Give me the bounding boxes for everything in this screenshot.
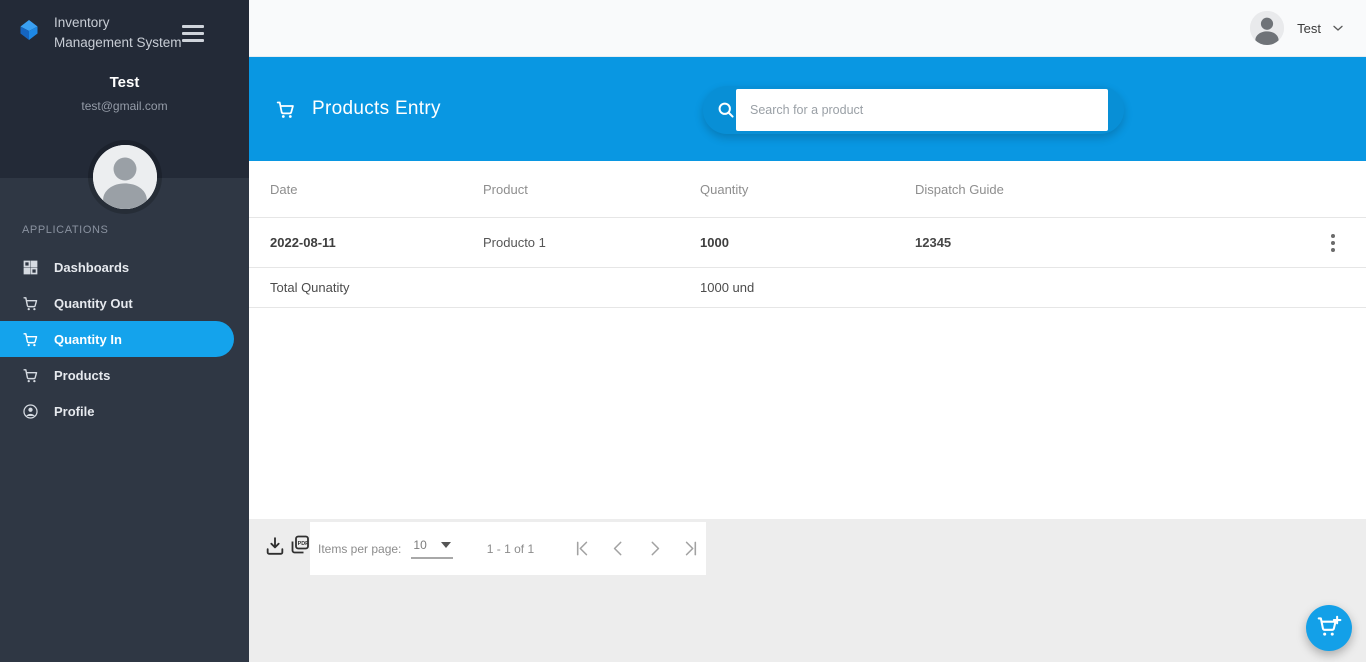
sidebar-item-label: Quantity In [54,331,122,347]
topbar: Test [249,0,1366,57]
download-icon[interactable] [264,535,286,557]
sidebar-user-name: Test [109,74,140,92]
table-header-row: Date Product Quantity Dispatch Guide [249,161,1366,218]
app-title: Inventory Management System [54,15,182,50]
cell-date: 2022-08-11 [270,235,336,250]
app-logo-icon [17,18,41,42]
chevron-down-icon[interactable] [1330,20,1346,36]
items-per-page-value: 10 [413,538,427,552]
sidebar-item-label: Quantity Out [54,295,133,311]
dropdown-arrow-icon [440,542,451,548]
column-header-quantity: Quantity [700,181,749,197]
hamburger-menu-icon[interactable] [182,21,206,45]
sidebar-section-label: APPLICATIONS [22,224,109,236]
paginator: Items per page: 10 1 - 1 of 1 [310,522,706,575]
sidebar-item-quantity-in[interactable]: Quantity In [0,321,234,357]
total-quantity-label: Total Qunatity [270,280,350,295]
sidebar-item-dashboards[interactable]: Dashboards [0,249,249,285]
sidebar-avatar [92,145,157,209]
page-title: Products Entry [312,98,441,119]
sidebar-item-label: Products [54,367,111,383]
page-header: Products Entry [249,57,1366,161]
items-per-page-select[interactable]: 10 [411,538,453,559]
table-total-row: Total Qunatity 1000 und [249,268,1366,308]
column-header-date: Date [270,181,298,197]
search-input[interactable] [736,89,1108,131]
sidebar-item-label: Dashboards [54,259,130,275]
row-menu-kebab-icon[interactable] [1327,230,1339,256]
previous-page-icon[interactable] [608,538,629,559]
products-table: Date Product Quantity Dispatch Guide 202… [249,161,1366,519]
cart-icon [22,295,39,312]
page-title-group: Products Entry [275,57,441,161]
column-header-product: Product [483,181,528,197]
column-header-dispatch-guide: Dispatch Guide [915,181,1004,197]
sidebar-item-profile[interactable]: Profile [0,393,249,429]
dashboard-icon [22,259,39,276]
next-page-icon[interactable] [644,538,665,559]
topbar-user-name: Test [1297,20,1321,36]
sidebar-item-label: Profile [54,403,95,419]
search-icon[interactable] [716,100,736,120]
brand: Inventory Management System [0,0,249,52]
table-row: 2022-08-11 Producto 1 1000 12345 [249,218,1366,268]
sidebar-item-products[interactable]: Products [0,357,249,393]
sidebar-item-quantity-out[interactable]: Quantity Out [0,285,249,321]
cell-dispatch-guide: 12345 [915,235,952,250]
search-bar [703,86,1124,134]
topbar-avatar[interactable] [1250,11,1285,45]
total-quantity-value: 1000 und [700,280,755,295]
add-entry-fab[interactable] [1306,605,1352,651]
first-page-icon[interactable] [572,538,593,559]
pagination-controls [572,538,701,559]
cart-icon [22,331,39,348]
cell-quantity: 1000 [700,235,729,250]
app-root: Inventory Management System Test test@gm… [0,0,1366,662]
cell-product: Producto 1 [483,235,546,250]
person-icon [22,403,39,420]
sidebar-menu: Dashboards Quantity Out Quantity In Prod… [0,249,249,429]
sidebar-user-email: test@gmail.com [81,99,168,114]
items-per-page-label: Items per page: [318,541,402,556]
last-page-icon[interactable] [680,538,701,559]
sidebar: Inventory Management System Test test@gm… [0,0,249,662]
cart-icon [22,367,39,384]
svg-text:PDF: PDF [298,541,309,547]
cart-icon [275,99,296,120]
page-range-label: 1 - 1 of 1 [486,541,535,556]
cart-plus-icon [1316,613,1342,644]
pdf-export-icon[interactable]: PDF [288,533,312,557]
